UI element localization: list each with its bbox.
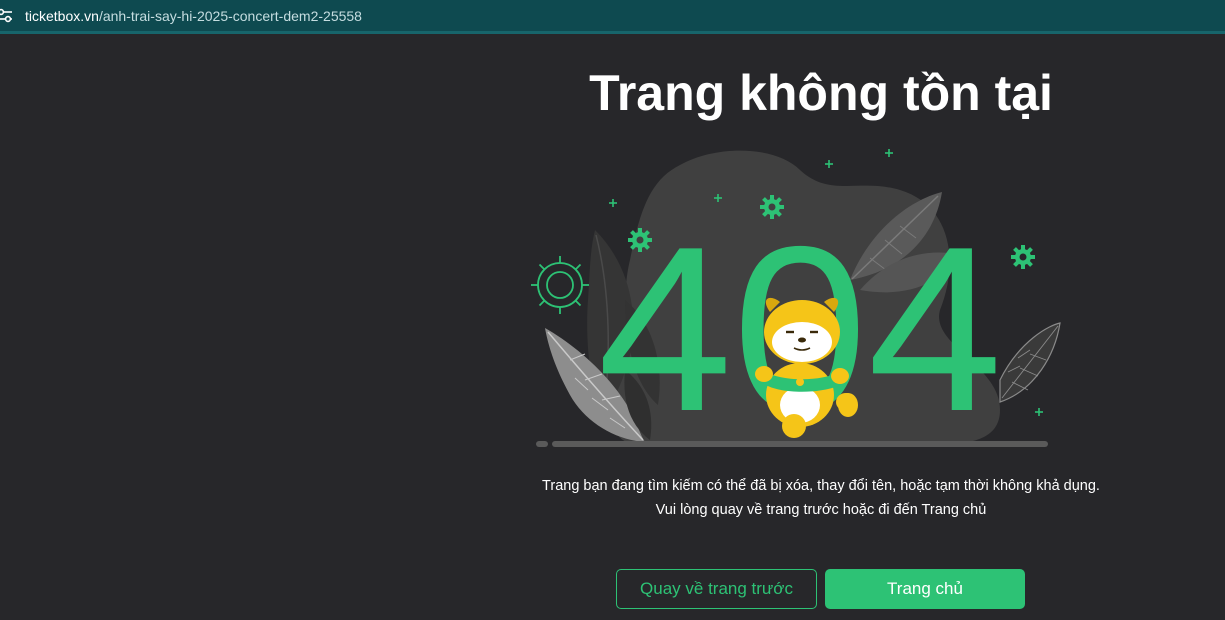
page-title: Trang không tồn tại — [589, 65, 1053, 121]
browser-address-bar[interactable]: ticketbox.vn/anh-trai-say-hi-2025-concer… — [0, 0, 1225, 34]
gear-outline-icon — [531, 256, 589, 314]
url-path: /anh-trai-say-hi-2025-concert-dem2-25558 — [98, 8, 362, 24]
home-button[interactable]: Trang chủ — [825, 569, 1025, 609]
gear-icon — [1011, 245, 1035, 269]
404-illustration: 404 — [531, 149, 1061, 455]
back-button[interactable]: Quay về trang trước — [616, 569, 817, 609]
message-line-2: Vui lòng quay về trang trước hoặc đi đến… — [655, 502, 987, 518]
ground-line-short — [536, 441, 548, 447]
tune-icon[interactable] — [0, 7, 14, 25]
url-domain: ticketbox.vn — [25, 8, 99, 24]
message-line-1: Trang bạn đang tìm kiếm có thể đã bị xóa… — [542, 478, 1100, 494]
error-message: Trang bạn đang tìm kiếm có thể đã bị xóa… — [520, 474, 1122, 522]
url-text[interactable]: ticketbox.vn/anh-trai-say-hi-2025-concer… — [25, 7, 362, 25]
